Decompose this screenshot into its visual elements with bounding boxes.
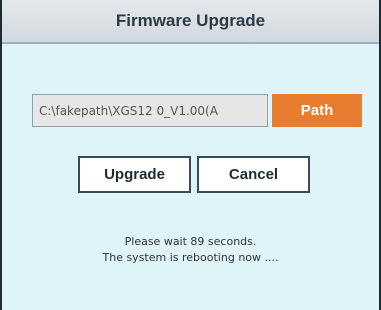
firmware-upgrade-dialog: Firmware Upgrade Path Upgrade Cancel Ple… — [0, 0, 381, 310]
dialog-title: Firmware Upgrade — [115, 11, 266, 30]
cancel-button[interactable]: Cancel — [197, 156, 310, 193]
upgrade-button[interactable]: Upgrade — [78, 156, 191, 193]
status-message: Please wait 89 seconds. The system is re… — [2, 234, 379, 266]
status-wait-text: Please wait 89 seconds. — [124, 235, 257, 248]
firmware-path-field[interactable] — [32, 94, 268, 127]
path-button[interactable]: Path — [272, 94, 362, 127]
dialog-title-bar: Firmware Upgrade — [2, 0, 379, 44]
status-rebooting-text: The system is rebooting now .... — [102, 251, 279, 264]
